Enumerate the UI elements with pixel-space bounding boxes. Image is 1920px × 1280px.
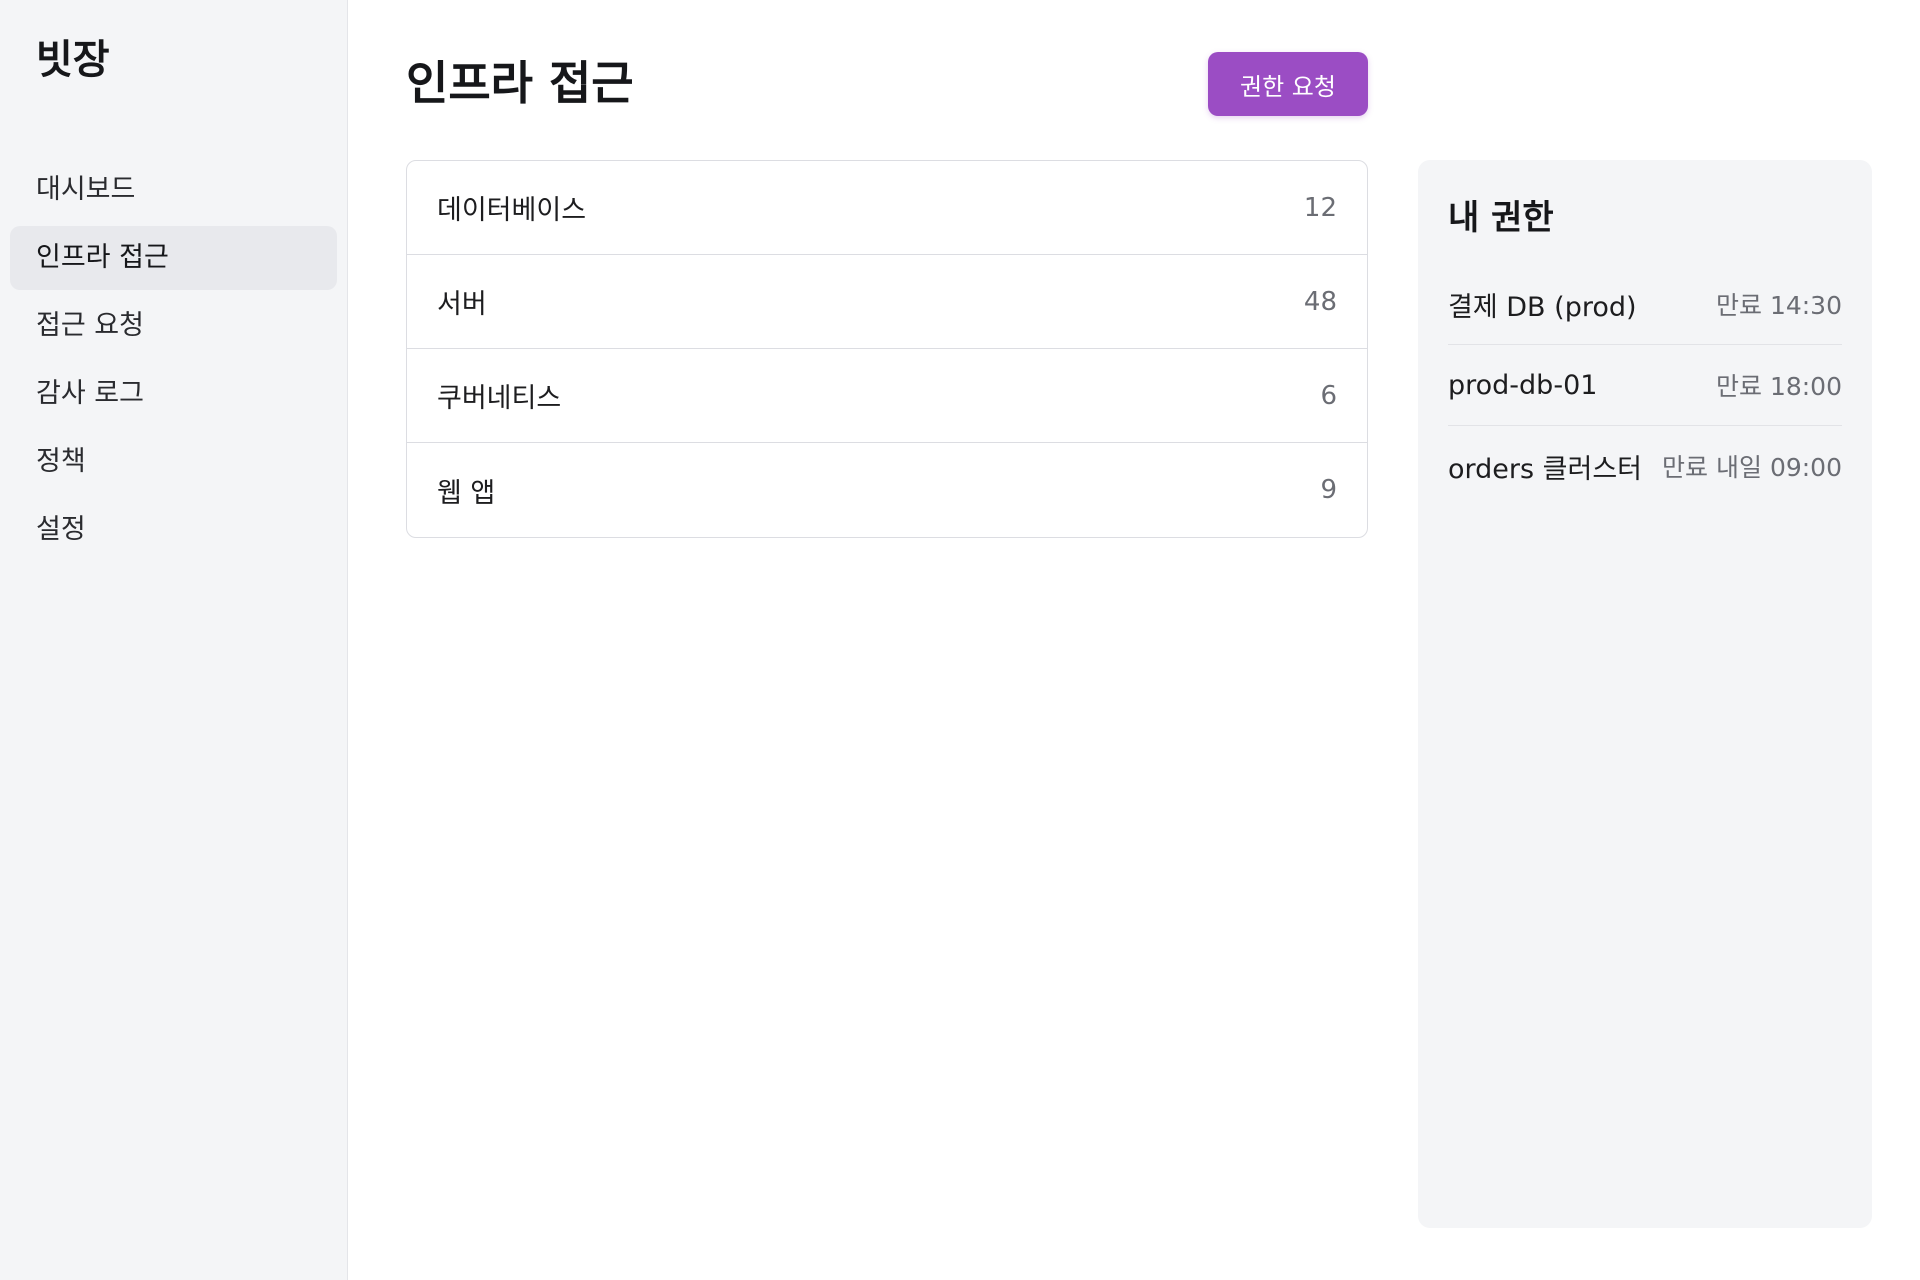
main-content: 인프라 접근 권한 요청 데이터베이스 12 서버 48 쿠버네티스 6 웹 앱…: [348, 0, 1920, 1280]
permission-expiry: 만료 14:30: [1716, 291, 1842, 320]
permission-expiry: 만료 내일 09:00: [1662, 453, 1842, 482]
resource-name: 데이터베이스: [437, 195, 587, 226]
permission-name: prod-db-01: [1448, 369, 1598, 401]
resource-name: 서버: [437, 289, 487, 320]
app-root: 빗장 대시보드 인프라 접근 접근 요청 감사 로그 정책 설정 인프라 접근 …: [0, 0, 1920, 1280]
resource-count: 9: [1320, 475, 1337, 505]
resource-row-database[interactable]: 데이터베이스 12: [407, 161, 1367, 255]
permission-item[interactable]: prod-db-01 만료 18:00: [1448, 345, 1842, 426]
my-permissions-panel: 내 권한 결제 DB (prod) 만료 14:30 prod-db-01 만료…: [1418, 160, 1872, 1228]
resource-name: 쿠버네티스: [437, 383, 562, 414]
resource-row-server[interactable]: 서버 48: [407, 255, 1367, 349]
resource-list: 데이터베이스 12 서버 48 쿠버네티스 6 웹 앱 9: [406, 160, 1368, 538]
permission-name: orders 클러스터: [1448, 453, 1643, 485]
resource-row-kubernetes[interactable]: 쿠버네티스 6: [407, 349, 1367, 443]
sidebar-item-settings[interactable]: 설정: [10, 498, 337, 562]
page-title: 인프라 접근: [406, 56, 634, 110]
brand-logo: 빗장: [36, 37, 110, 83]
resource-count: 48: [1303, 286, 1337, 317]
request-permission-button[interactable]: 권한 요청: [1208, 52, 1368, 116]
resource-row-web-app[interactable]: 웹 앱 9: [407, 443, 1367, 537]
permission-item[interactable]: orders 클러스터 만료 내일 09:00: [1448, 426, 1842, 506]
sidebar: 빗장 대시보드 인프라 접근 접근 요청 감사 로그 정책 설정: [0, 0, 348, 1280]
sidebar-nav: 대시보드 인프라 접근 접근 요청 감사 로그 정책 설정: [0, 158, 347, 562]
sidebar-item-policy[interactable]: 정책: [10, 430, 337, 494]
sidebar-item-infra-access[interactable]: 인프라 접근: [10, 226, 337, 290]
sidebar-item-audit-log[interactable]: 감사 로그: [10, 362, 337, 426]
sidebar-item-access-requests[interactable]: 접근 요청: [10, 294, 337, 358]
resource-name: 웹 앱: [437, 477, 496, 509]
sidebar-item-dashboard[interactable]: 대시보드: [10, 158, 337, 222]
permission-item[interactable]: 결제 DB (prod) 만료 14:30: [1448, 264, 1842, 345]
permission-name: 결제 DB (prod): [1448, 291, 1637, 323]
permission-expiry: 만료 18:00: [1716, 372, 1842, 401]
my-permissions-title: 내 권한: [1448, 198, 1554, 238]
resource-count: 6: [1320, 380, 1337, 411]
resource-count: 12: [1303, 192, 1337, 223]
